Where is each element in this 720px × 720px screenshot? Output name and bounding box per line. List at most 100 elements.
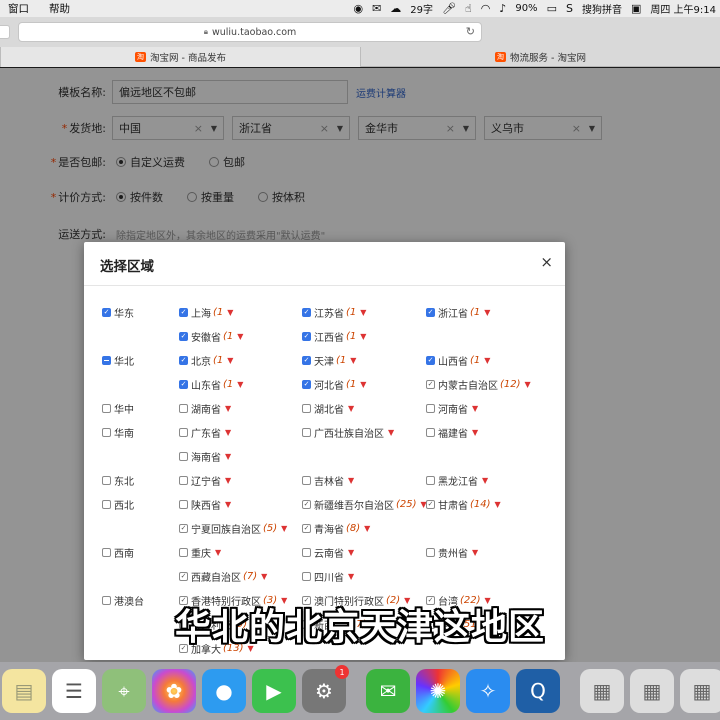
share-icon[interactable]: ☝: [465, 2, 472, 15]
battery-icon[interactable]: ▭: [547, 2, 557, 15]
province-item[interactable]: ✓ 西藏自治区 (7) ▼: [179, 569, 267, 584]
expand-caret-icon[interactable]: ▼: [484, 356, 490, 365]
province-checkbox[interactable]: [302, 548, 311, 557]
province-checkbox[interactable]: ✓: [302, 524, 311, 533]
expand-caret-icon[interactable]: ▼: [227, 356, 233, 365]
window-thumbnail-icon[interactable]: ▦: [580, 669, 624, 713]
region-checkbox[interactable]: [102, 404, 111, 413]
volume-icon[interactable]: ♪: [499, 2, 506, 15]
province-item[interactable]: ✓ 内蒙古自治区 (12) ▼: [426, 377, 531, 392]
expand-caret-icon[interactable]: ▼: [225, 404, 231, 413]
province-checkbox[interactable]: [179, 548, 188, 557]
region-checkbox[interactable]: [102, 356, 111, 365]
province-item[interactable]: 辽宁省 ▼: [179, 473, 231, 488]
province-checkbox[interactable]: ✓: [179, 572, 188, 581]
system-preferences-icon[interactable]: ⚙ 1: [302, 665, 349, 713]
province-item[interactable]: 黑龙江省 ▼: [426, 473, 488, 488]
wechat-icon[interactable]: ✉: [366, 669, 410, 713]
reminders-icon[interactable]: ☰: [52, 669, 96, 713]
maps-icon[interactable]: ⌖: [102, 669, 146, 713]
cloud-icon[interactable]: ☁: [390, 2, 401, 15]
province-checkbox[interactable]: [426, 476, 435, 485]
expand-caret-icon[interactable]: ▼: [237, 380, 243, 389]
province-checkbox[interactable]: [179, 452, 188, 461]
province-item[interactable]: ✓ 青海省 (8) ▼: [302, 521, 370, 536]
expand-caret-icon[interactable]: ▼: [484, 308, 490, 317]
pinwheel-icon[interactable]: ✺: [416, 669, 460, 713]
expand-caret-icon[interactable]: ▼: [360, 332, 366, 341]
expand-caret-icon[interactable]: ▼: [472, 404, 478, 413]
province-checkbox[interactable]: ✓: [179, 356, 188, 365]
province-item[interactable]: ✓ 江西省 (1 ▼: [302, 329, 366, 344]
expand-caret-icon[interactable]: ▼: [348, 476, 354, 485]
expand-caret-icon[interactable]: ▼: [525, 380, 531, 389]
expand-caret-icon[interactable]: ▼: [215, 548, 221, 557]
province-item[interactable]: ✓ 安徽省 (1 ▼: [179, 329, 243, 344]
province-item[interactable]: 吉林省 ▼: [302, 473, 354, 488]
expand-caret-icon[interactable]: ▼: [348, 404, 354, 413]
province-item[interactable]: 贵州省 ▼: [426, 545, 478, 560]
province-checkbox[interactable]: [302, 476, 311, 485]
expand-caret-icon[interactable]: ▼: [364, 524, 370, 533]
province-checkbox[interactable]: ✓: [426, 500, 435, 509]
province-item[interactable]: ✓ 山西省 (1 ▼: [426, 353, 490, 368]
province-item[interactable]: 湖南省 ▼: [179, 401, 231, 416]
menu-window[interactable]: 窗口: [8, 1, 29, 16]
province-item[interactable]: ✓ 浙江省 (1 ▼: [426, 305, 490, 320]
province-checkbox[interactable]: [426, 404, 435, 413]
province-item[interactable]: 云南省 ▼: [302, 545, 354, 560]
province-item[interactable]: ✓ 北京 (1 ▼: [179, 353, 233, 368]
expand-caret-icon[interactable]: ▼: [472, 428, 478, 437]
address-bar[interactable]: 🔒︎ wuliu.taobao.com ↻: [18, 22, 482, 42]
region-3[interactable]: 华南: [102, 425, 134, 440]
province-checkbox[interactable]: ✓: [302, 332, 311, 341]
region-checkbox[interactable]: [102, 476, 111, 485]
display-icon[interactable]: ▣: [631, 2, 641, 15]
province-checkbox[interactable]: [426, 428, 435, 437]
province-item[interactable]: ✓ 甘肃省 (14) ▼: [426, 497, 501, 512]
expand-caret-icon[interactable]: ▼: [472, 548, 478, 557]
province-item[interactable]: ✓ 宁夏回族自治区 (5) ▼: [179, 521, 287, 536]
province-checkbox[interactable]: [179, 428, 188, 437]
expand-caret-icon[interactable]: ▼: [348, 548, 354, 557]
close-icon[interactable]: ×: [540, 253, 553, 271]
expand-caret-icon[interactable]: ▼: [348, 572, 354, 581]
province-checkbox[interactable]: ✓: [302, 308, 311, 317]
region-checkbox[interactable]: [102, 500, 111, 509]
province-item[interactable]: ✓ 江苏省 (1 ▼: [302, 305, 366, 320]
expand-caret-icon[interactable]: ▼: [225, 476, 231, 485]
expand-caret-icon[interactable]: ▼: [225, 428, 231, 437]
province-item[interactable]: 陕西省 ▼: [179, 497, 231, 512]
province-checkbox[interactable]: [302, 428, 311, 437]
window-thumbnail-icon[interactable]: ▦: [680, 669, 720, 713]
messages-icon[interactable]: ●: [202, 669, 246, 713]
province-item[interactable]: ✓ 河北省 (1 ▼: [302, 377, 366, 392]
province-item[interactable]: 四川省 ▼: [302, 569, 354, 584]
province-item[interactable]: 福建省 ▼: [426, 425, 478, 440]
back-handle[interactable]: [0, 25, 10, 39]
region-5[interactable]: 西北: [102, 497, 134, 512]
region-2[interactable]: 华中: [102, 401, 134, 416]
notes-icon[interactable]: ▤: [2, 669, 46, 713]
province-item[interactable]: 重庆 ▼: [179, 545, 221, 560]
record-icon[interactable]: ◉: [353, 2, 363, 15]
expand-caret-icon[interactable]: ▼: [360, 308, 366, 317]
province-checkbox[interactable]: ✓: [302, 500, 311, 509]
province-checkbox[interactable]: ✓: [179, 308, 188, 317]
facetime-icon[interactable]: ▶: [252, 669, 296, 713]
photos-icon[interactable]: ✿: [152, 669, 196, 713]
tab-logistics[interactable]: 淘 物流服务 - 淘宝网: [360, 47, 720, 67]
province-checkbox[interactable]: [302, 572, 311, 581]
ime-label[interactable]: 搜狗拼音: [582, 1, 622, 16]
province-checkbox[interactable]: ✓: [302, 356, 311, 365]
region-6[interactable]: 西南: [102, 545, 134, 560]
expand-caret-icon[interactable]: ▼: [237, 332, 243, 341]
province-item[interactable]: 广东省 ▼: [179, 425, 231, 440]
expand-caret-icon[interactable]: ▼: [261, 572, 267, 581]
expand-caret-icon[interactable]: ▼: [388, 428, 394, 437]
clock[interactable]: 周四 上午9:14: [650, 1, 716, 16]
wifi-icon[interactable]: ◠: [481, 2, 491, 15]
ime-icon[interactable]: S: [566, 2, 573, 15]
province-item[interactable]: ✓ 新疆维吾尔自治区 (25) ▼: [302, 497, 427, 512]
region-4[interactable]: 东北: [102, 473, 134, 488]
